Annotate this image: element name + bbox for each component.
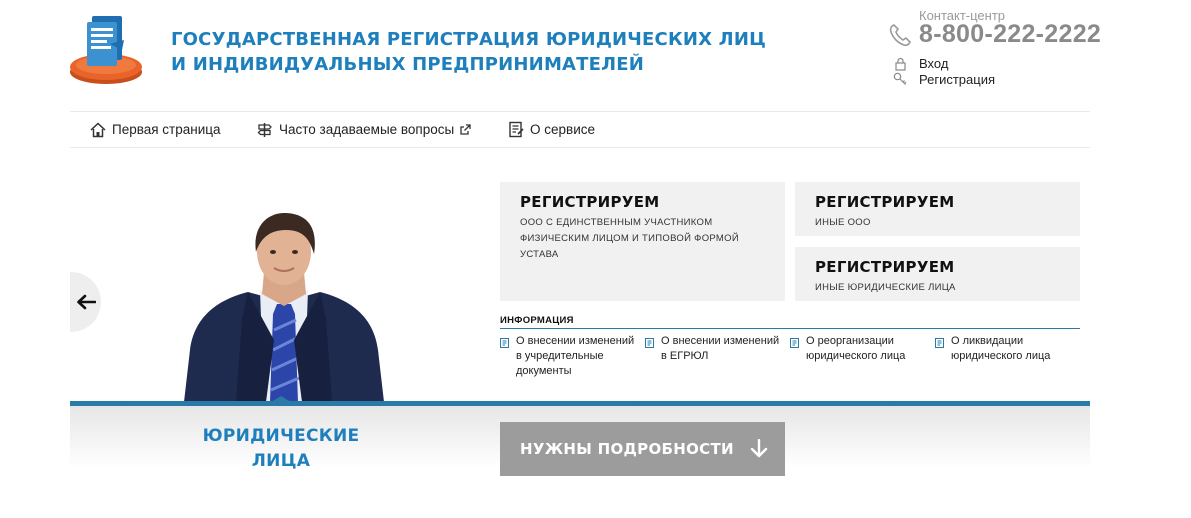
nav-item-home-label: Первая страница — [112, 122, 221, 137]
info-link-label: О ликвидации юридического лица — [951, 335, 1051, 362]
key-icon — [893, 72, 907, 85]
nav-item-faq[interactable]: Часто задаваемые вопросы — [257, 112, 471, 147]
info-doc-icon — [935, 338, 944, 348]
arrow-left-icon — [76, 294, 96, 310]
card-register-single-founder[interactable]: РЕГИСТРИРУЕМ ООО С ЕДИНСТВЕННЫМ УЧАСТНИК… — [500, 182, 785, 301]
nav-item-faq-label: Часто задаваемые вопросы — [279, 122, 455, 137]
external-link-icon — [460, 124, 471, 135]
info-link-label: О реорганизации юридического лица — [806, 335, 906, 362]
more-details-label: НУЖНЫ ПОДРОБНОСТИ — [520, 440, 734, 458]
more-details-button[interactable]: НУЖНЫ ПОДРОБНОСТИ — [500, 422, 785, 476]
card-title: РЕГИСТРИРУЕМ — [520, 193, 660, 211]
card-title: РЕГИСТРИРУЕМ — [815, 193, 955, 211]
contact-block: Контакт-центр 8-800-222-2222 Вход Регист… — [889, 6, 1101, 96]
card-description: ИНЫЕ ООО — [815, 217, 871, 228]
info-heading: ИНФОРМАЦИЯ — [500, 315, 574, 326]
lock-icon — [895, 57, 906, 71]
nav-item-about[interactable]: О сервисе — [508, 112, 595, 147]
site-logo[interactable] — [70, 14, 146, 86]
site-title-line1: ГОСУДАРСТВЕННАЯ РЕГИСТРАЦИЯ ЮРИДИЧЕСКИХ … — [171, 29, 766, 50]
info-doc-icon — [500, 338, 509, 348]
card-description: ИНЫЕ ЮРИДИЧЕСКИЕ ЛИЦА — [815, 282, 956, 293]
main-nav: Первая страница Часто задаваемые вопросы… — [70, 111, 1090, 148]
document-icon — [509, 121, 524, 138]
category-line2: ЛИЦА — [251, 451, 311, 471]
businessman-photo — [184, 212, 384, 402]
site-title-line2: И ИНДИВИДУАЛЬНЫХ ПРЕДПРИНИМАТЕЛЕЙ — [171, 54, 645, 75]
info-link-label: О внесении изменений в учредительные док… — [516, 335, 635, 377]
nav-item-home[interactable]: Первая страница — [90, 112, 221, 147]
login-link[interactable]: Вход — [919, 56, 948, 71]
info-doc-icon — [790, 338, 799, 348]
phone-icon — [889, 24, 911, 47]
info-link-label: О внесении изменений в ЕГРЮЛ — [661, 335, 780, 362]
card-register-other-llc[interactable]: РЕГИСТРИРУЕМ ИНЫЕ ООО — [795, 182, 1080, 236]
arrow-down-icon — [750, 439, 768, 458]
info-divider — [500, 328, 1080, 329]
slider-prev-button[interactable] — [70, 272, 101, 332]
register-link[interactable]: Регистрация — [919, 72, 995, 87]
signpost-icon — [257, 122, 272, 137]
card-title: РЕГИСТРИРУЕМ — [815, 258, 955, 276]
site-title: ГОСУДАРСТВЕННАЯ РЕГИСТРАЦИЯ ЮРИДИЧЕСКИХ … — [171, 27, 766, 77]
contact-phone-number[interactable]: 8-800-222-2222 — [919, 20, 1101, 49]
home-icon — [90, 121, 106, 137]
card-description: ООО С ЕДИНСТВЕННЫМ УЧАСТНИКОМ ФИЗИЧЕСКИМ… — [520, 217, 739, 260]
category-tab-legal-entities[interactable]: ЮРИДИЧЕСКИЕ ЛИЦА — [181, 424, 381, 474]
nav-item-about-label: О сервисе — [530, 122, 595, 137]
info-doc-icon — [645, 338, 654, 348]
category-line1: ЮРИДИЧЕСКИЕ — [202, 426, 360, 446]
card-register-other-entities[interactable]: РЕГИСТРИРУЕМ ИНЫЕ ЮРИДИЧЕСКИЕ ЛИЦА — [795, 247, 1080, 301]
